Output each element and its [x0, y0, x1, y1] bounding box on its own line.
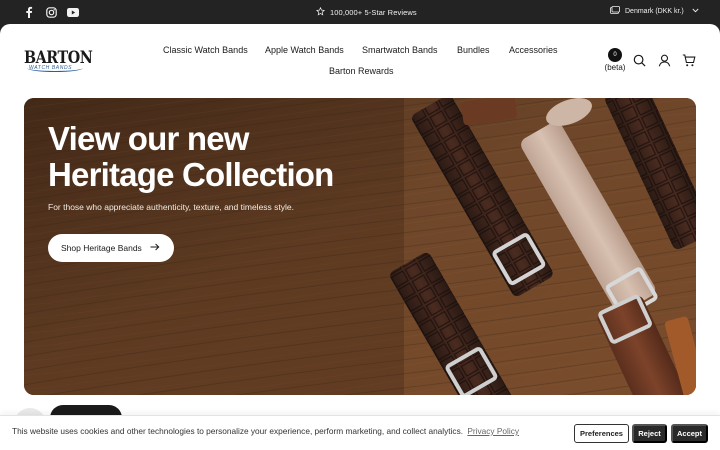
cookie-reject-button[interactable]: Reject: [632, 424, 667, 443]
hero-title-line-2: Heritage Collection: [48, 156, 334, 193]
hero-title: View our new Heritage Collection: [48, 121, 378, 193]
hero-title-line-1: View our new: [48, 120, 249, 157]
facebook-icon[interactable]: [22, 5, 36, 19]
nav-apple-watch-bands[interactable]: Apple Watch Bands: [265, 45, 344, 55]
locale-label: Denmark (DKK kr.): [625, 8, 684, 15]
rewards-beta-widget[interactable]: 0 (beta): [602, 48, 628, 72]
cookie-message: This website uses cookies and other tech…: [12, 426, 519, 436]
logo-swoosh: [27, 64, 83, 72]
announcement-bar: 100,000+ 5-Star Reviews Denmark (DKK kr.…: [0, 0, 720, 24]
nav-bundles[interactable]: Bundles: [457, 45, 490, 55]
chevron-down-icon: [692, 8, 699, 15]
nav-classic-watch-bands[interactable]: Classic Watch Bands: [163, 45, 248, 55]
shop-heritage-bands-button[interactable]: Shop Heritage Bands: [48, 234, 174, 262]
beta-label: (beta): [604, 63, 626, 72]
arrow-right-icon: [150, 243, 160, 253]
hero-subtitle: For those who appreciate authenticity, t…: [48, 202, 294, 212]
nav-accessories[interactable]: Accessories: [509, 45, 558, 55]
currency-icon: [610, 6, 620, 17]
rewards-count-badge: 0: [608, 48, 622, 62]
star-icon: [315, 6, 326, 18]
cart-icon[interactable]: [682, 53, 696, 67]
locale-selector[interactable]: Denmark (DKK kr.): [610, 6, 699, 17]
search-icon[interactable]: [632, 53, 646, 67]
privacy-policy-link[interactable]: Privacy Policy: [467, 426, 519, 436]
hero-cta-label: Shop Heritage Bands: [61, 243, 142, 253]
cookie-accept-button[interactable]: Accept: [671, 424, 708, 443]
youtube-icon[interactable]: [66, 5, 80, 19]
announcement-text: 100,000+ 5-Star Reviews: [330, 8, 417, 17]
hero-banner[interactable]: View our new Heritage Collection For tho…: [24, 98, 696, 395]
nav-smartwatch-bands[interactable]: Smartwatch Bands: [362, 45, 438, 55]
cookie-banner: This website uses cookies and other tech…: [0, 415, 720, 450]
account-icon[interactable]: [657, 53, 671, 67]
page: BARTON WATCH BANDS Classic Watch Bands A…: [0, 24, 720, 450]
reviews-announcement[interactable]: 100,000+ 5-Star Reviews: [315, 6, 417, 18]
cookie-preferences-button[interactable]: Preferences: [574, 424, 629, 443]
instagram-icon[interactable]: [44, 5, 58, 19]
cookie-text: This website uses cookies and other tech…: [12, 426, 464, 436]
nav-barton-rewards[interactable]: Barton Rewards: [329, 66, 394, 76]
barton-logo[interactable]: BARTON WATCH BANDS: [24, 50, 93, 74]
